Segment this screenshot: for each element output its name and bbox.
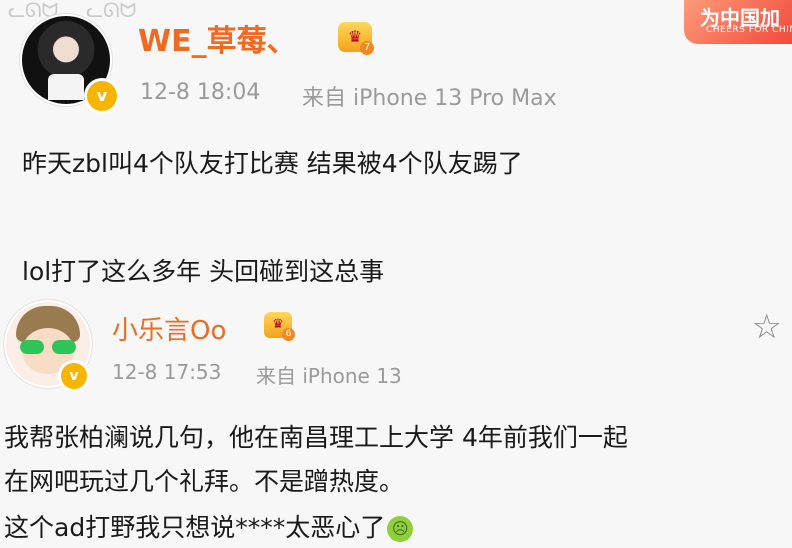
post-text-line: 我帮张柏澜说几句，他在南昌理工上大学 4年前我们一起 bbox=[4, 423, 628, 452]
post-text-line: lol打了这么多年 头回碰到这总事 bbox=[22, 257, 385, 286]
post-text-line: 在网吧玩过几个礼拜。不是蹭热度。 bbox=[4, 467, 405, 496]
post-text-line: 这个ad打野我只想说****太恶心了 ☹ bbox=[4, 508, 414, 544]
crown-membership-icon[interactable]: ♛ 7 bbox=[338, 22, 374, 55]
badge-level: 7 bbox=[360, 41, 374, 55]
post-source: 来自 iPhone 13 Pro Max bbox=[302, 86, 557, 111]
username[interactable]: WE_草莓、 bbox=[138, 16, 297, 60]
post-text-line: 昨天zbl叫4个队友打比赛 结果被4个队友踢了 bbox=[22, 149, 523, 178]
crown-membership-icon[interactable]: ♛ 6 bbox=[264, 312, 295, 341]
post-text: 这个ad打野我只想说****太恶心了 bbox=[4, 513, 386, 542]
nauseated-face-icon: ☹ bbox=[387, 516, 414, 542]
post-source: 来自 iPhone 13 bbox=[256, 364, 402, 388]
badge-level: 6 bbox=[282, 328, 295, 341]
username[interactable]: 小乐言Oo bbox=[112, 310, 226, 347]
star-icon[interactable]: ☆ bbox=[752, 310, 782, 344]
cat-sticker-icon: ᓚᘏᗢ bbox=[86, 0, 137, 22]
event-banner[interactable]: 为中国加 CHEERS FOR CHINA bbox=[684, 0, 792, 44]
verified-badge-icon: v bbox=[58, 360, 90, 392]
timestamp: 12-8 17:53 bbox=[112, 360, 222, 384]
verified-badge-icon: v bbox=[84, 78, 120, 114]
timestamp: 12-8 18:04 bbox=[140, 80, 261, 105]
banner-subtitle: CHEERS FOR CHINA bbox=[706, 25, 792, 35]
